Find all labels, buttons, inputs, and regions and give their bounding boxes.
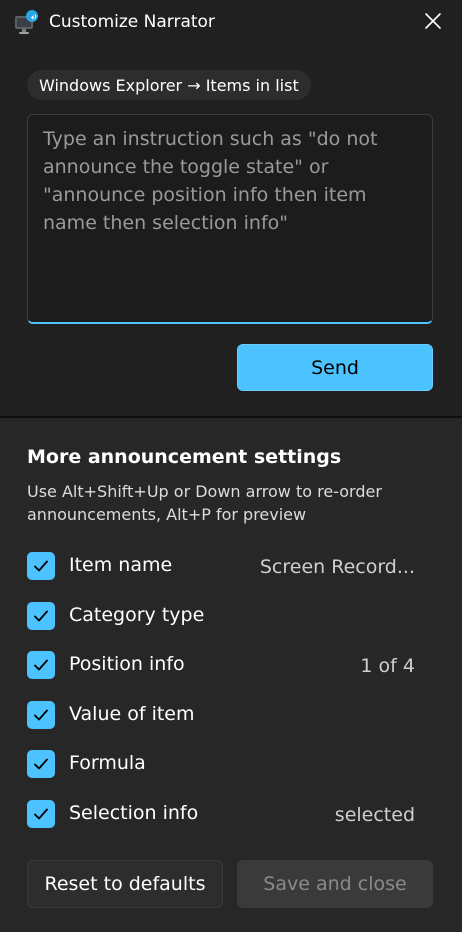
setting-row-item-name[interactable]: Item name Screen Record... [27,552,427,582]
setting-value: 1 of 4 [360,655,415,677]
position-info-checkbox[interactable] [27,651,55,679]
section-divider [0,416,462,418]
close-icon [424,12,442,34]
setting-row-formula[interactable]: Formula [27,750,427,780]
window-title: Customize Narrator [49,12,215,32]
save-and-close-button[interactable]: Save and close [237,860,433,908]
checkmark-icon [34,610,48,622]
item-name-checkbox[interactable] [27,552,55,580]
formula-checkbox[interactable] [27,750,55,778]
context-breadcrumb: Windows Explorer → Items in list [27,70,311,100]
reset-to-defaults-button[interactable]: Reset to defaults [27,860,223,908]
narrator-app-icon [14,10,40,36]
checkmark-icon [34,758,48,770]
setting-row-selection-info[interactable]: Selection info selected [27,800,427,830]
setting-label: Position info [69,653,185,675]
section-hint: Use Alt+Shift+Up or Down arrow to re-ord… [27,482,382,524]
instruction-field[interactable] [27,114,433,324]
checkmark-icon [34,709,48,721]
setting-label: Item name [69,554,173,576]
customize-narrator-window: Customize Narrator Windows Explorer → It… [0,0,462,932]
title-bar: Customize Narrator [0,0,462,48]
setting-row-value-of-item[interactable]: Value of item [27,701,427,731]
setting-value: selected [334,804,415,826]
setting-row-position-info[interactable]: Position info 1 of 4 [27,651,427,681]
setting-value: Screen Record... [259,556,415,578]
section-title: More announcement settings [27,446,342,468]
checkmark-icon [34,808,48,820]
value-of-item-checkbox[interactable] [27,701,55,729]
instruction-input[interactable] [43,125,417,312]
setting-label: Value of item [69,703,195,725]
close-button[interactable] [412,4,454,42]
checkmark-icon [34,560,48,572]
setting-label: Formula [69,752,146,774]
setting-row-category-type[interactable]: Category type [27,602,427,632]
checkmark-icon [34,659,48,671]
setting-label: Selection info [69,802,199,824]
selection-info-checkbox[interactable] [27,800,55,828]
category-type-checkbox[interactable] [27,602,55,630]
setting-label: Category type [69,604,205,626]
send-button[interactable]: Send [237,344,433,391]
